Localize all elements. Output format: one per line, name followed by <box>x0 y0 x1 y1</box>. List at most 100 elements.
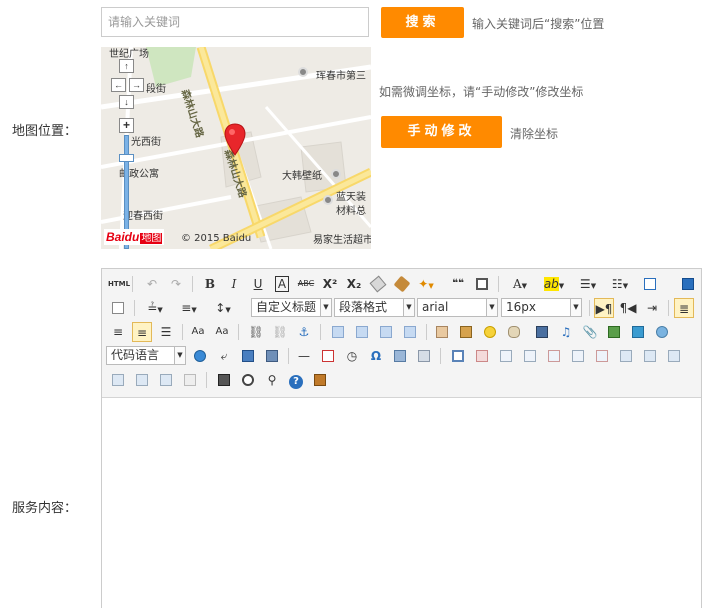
new-document-icon[interactable] <box>108 298 128 318</box>
drafts-icon[interactable] <box>310 370 330 390</box>
insert-table-icon[interactable] <box>448 346 468 366</box>
strikethrough-button[interactable]: ABC <box>296 274 316 294</box>
delete-col-icon[interactable] <box>592 346 612 366</box>
music-icon[interactable]: ♫ <box>556 322 576 342</box>
snapscreen-icon[interactable] <box>414 346 434 366</box>
subscript-button[interactable]: X₂ <box>344 274 364 294</box>
clear-coordinates-link[interactable]: 清除坐标 <box>510 125 558 142</box>
underline-button[interactable]: U <box>248 274 268 294</box>
simple-upload-icon[interactable] <box>432 322 452 342</box>
justify-left-icon[interactable]: ≣ <box>674 298 694 318</box>
attachment-icon[interactable]: 📎 <box>580 322 600 342</box>
delete-table-icon[interactable] <box>472 346 492 366</box>
line-height-icon[interactable]: ↕▼ <box>208 298 238 318</box>
bold-button[interactable]: B <box>200 274 220 294</box>
link-icon[interactable]: ⛓ <box>246 322 266 342</box>
zoom-slider-handle[interactable] <box>119 154 134 162</box>
preview-icon[interactable] <box>678 274 698 294</box>
horizontal-rule-icon[interactable]: — <box>294 346 314 366</box>
select-all-icon[interactable] <box>640 274 660 294</box>
template-icon[interactable] <box>262 346 282 366</box>
split-to-cells-icon[interactable] <box>108 370 128 390</box>
wordimage-icon[interactable] <box>390 346 410 366</box>
insert-col-icon[interactable] <box>568 346 588 366</box>
image-left-icon[interactable] <box>352 322 372 342</box>
paste-plain-icon[interactable] <box>472 274 492 294</box>
font-family-select[interactable]: arial ▼ <box>417 298 498 317</box>
page-break-icon[interactable]: ⤶ <box>214 346 234 366</box>
uppercase-icon[interactable]: Aa <box>188 322 208 342</box>
blockquote-button[interactable]: ❝❝ <box>448 274 468 294</box>
pan-up-button[interactable]: ↑ <box>119 59 134 73</box>
justify-center-icon[interactable]: ≡ <box>108 322 128 342</box>
eraser-icon[interactable] <box>368 274 388 294</box>
rtl-direction-icon[interactable]: ¶◀ <box>618 298 638 318</box>
search-input[interactable]: 请输入关键词 <box>101 7 369 37</box>
insert-image-icon[interactable] <box>456 322 476 342</box>
insert-row-icon[interactable] <box>520 346 540 366</box>
code-language-select[interactable]: 代码语言 ▼ <box>106 346 186 365</box>
indent-icon[interactable]: ⇥ <box>642 298 662 318</box>
search-replace-icon[interactable]: ⚲ <box>262 370 282 390</box>
print-icon[interactable] <box>214 370 234 390</box>
format-brush-icon[interactable] <box>392 274 412 294</box>
pan-right-button[interactable]: → <box>129 78 144 92</box>
image-right-icon[interactable] <box>376 322 396 342</box>
magic-wand-icon[interactable]: ✦▼ <box>416 274 436 294</box>
unordered-list-icon[interactable]: ☷▼ <box>606 274 634 294</box>
undo-icon[interactable]: ↶ <box>142 274 162 294</box>
date-icon[interactable] <box>318 346 338 366</box>
italic-button[interactable]: I <box>224 274 244 294</box>
map-icon[interactable] <box>628 322 648 342</box>
image-manager-icon[interactable] <box>604 322 624 342</box>
font-size-select[interactable]: 16px ▼ <box>501 298 582 317</box>
toolbar-row-4: 代码语言 ▼ ⤶ — ◷ Ω <box>106 345 701 367</box>
merge-down-icon[interactable] <box>664 346 684 366</box>
pan-left-button[interactable]: ← <box>111 78 126 92</box>
delete-row-icon[interactable] <box>544 346 564 366</box>
gmap-icon[interactable] <box>652 322 672 342</box>
editor-content-area[interactable] <box>102 398 701 608</box>
ordered-list-icon[interactable]: ☰▼ <box>574 274 602 294</box>
search-button[interactable]: 搜索 <box>381 7 464 38</box>
row-spacing-bottom-icon[interactable]: ≡▼ <box>174 298 204 318</box>
location-pin-icon[interactable] <box>223 123 247 157</box>
pan-down-button[interactable]: ↓ <box>119 95 134 109</box>
map-view[interactable]: 世纪广场 珲春市第三 大韩壁纸 蓝天装 材料总 易家生活超市 光西街 邮政公寓 … <box>101 47 371 249</box>
zoom-in-button[interactable]: + <box>119 118 134 133</box>
justify-full-icon[interactable]: ☰ <box>156 322 176 342</box>
charts-icon[interactable] <box>180 370 200 390</box>
insert-video-icon[interactable] <box>532 322 552 342</box>
paragraph-select[interactable]: 段落格式 ▼ <box>334 298 415 317</box>
redo-icon[interactable]: ↷ <box>166 274 186 294</box>
source-html-button[interactable]: HTML <box>108 274 130 294</box>
ltr-direction-icon[interactable]: ▶¶ <box>594 298 614 318</box>
insert-frame-icon[interactable] <box>190 346 210 366</box>
special-chars-button[interactable]: Ω <box>366 346 386 366</box>
image-center-icon[interactable] <box>400 322 420 342</box>
manual-edit-button[interactable]: 手动修改 <box>381 116 502 148</box>
background-color-button[interactable]: ab▼ <box>538 274 570 294</box>
image-none-icon[interactable] <box>328 322 348 342</box>
chevron-down-icon: ▼ <box>320 299 331 316</box>
scrawl-icon[interactable] <box>504 322 524 342</box>
split-to-rows-icon[interactable] <box>132 370 152 390</box>
lowercase-icon[interactable]: Aa <box>212 322 232 342</box>
split-to-cols-icon[interactable] <box>156 370 176 390</box>
merge-cells-icon[interactable] <box>616 346 636 366</box>
background-icon[interactable] <box>238 346 258 366</box>
superscript-button[interactable]: X² <box>320 274 340 294</box>
heading-select[interactable]: 自定义标题 ▼ <box>251 298 332 317</box>
justify-right-icon[interactable]: ≡ <box>132 322 152 342</box>
insert-paragraph-before-table-icon[interactable] <box>496 346 516 366</box>
row-spacing-top-icon[interactable]: ≟▼ <box>140 298 170 318</box>
unlink-icon[interactable]: ⛓ <box>270 322 290 342</box>
help-icon[interactable]: ? <box>286 370 306 390</box>
fontborder-button[interactable]: A <box>272 274 292 294</box>
emotion-icon[interactable] <box>480 322 500 342</box>
font-color-button[interactable]: A▼ <box>506 274 534 294</box>
merge-right-icon[interactable] <box>640 346 660 366</box>
time-icon[interactable]: ◷ <box>342 346 362 366</box>
preview-search-icon[interactable] <box>238 370 258 390</box>
anchor-icon[interactable]: ⚓ <box>294 322 314 342</box>
